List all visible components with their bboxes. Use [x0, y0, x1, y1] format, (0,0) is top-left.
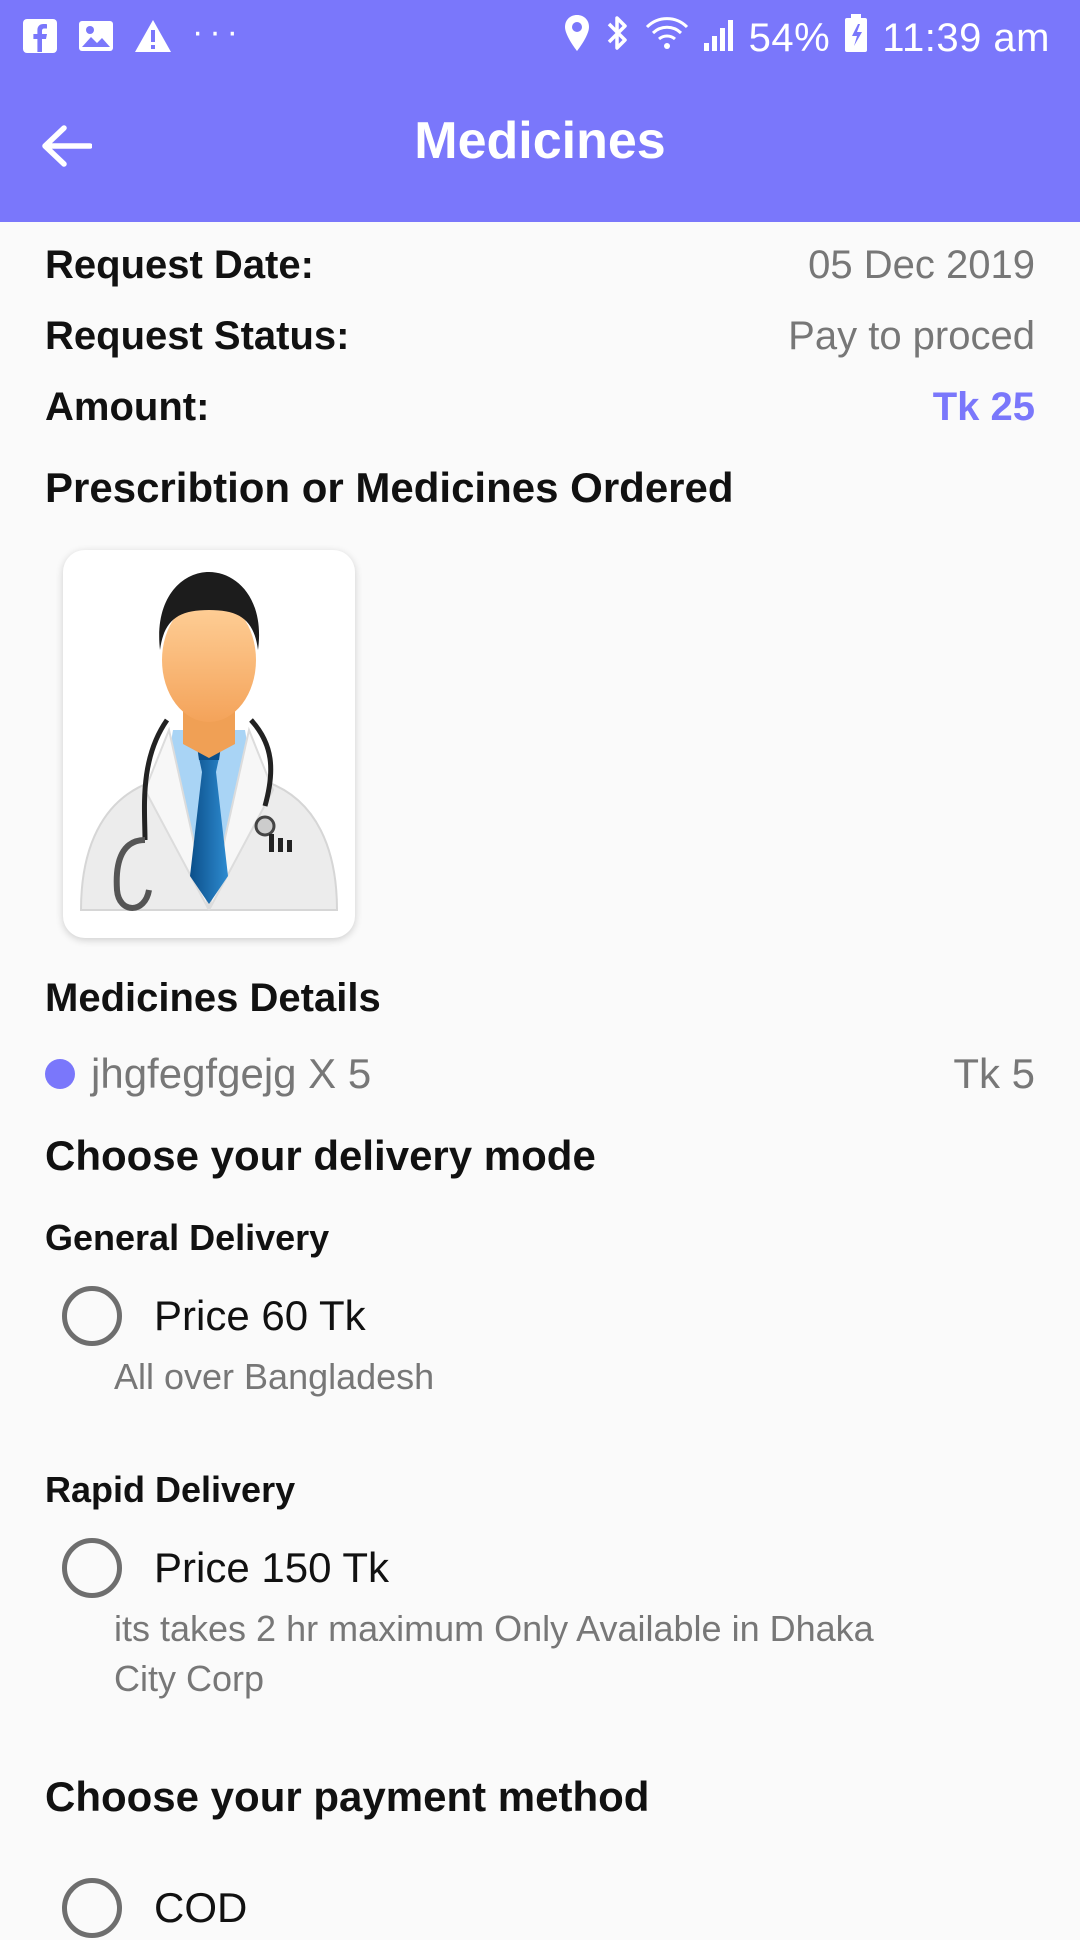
app-bar: ··· 54% 11:39 am Medicines — [0, 0, 1080, 222]
request-date-value: 05 Dec 2019 — [808, 242, 1035, 287]
battery-percent: 54% — [748, 15, 831, 60]
bluetooth-icon — [605, 13, 631, 63]
battery-icon — [844, 13, 868, 63]
medicine-name: jhgfegfgejg X 5 — [91, 1050, 372, 1097]
payment-method-title: Choose your payment method — [45, 1773, 650, 1820]
page-title: Medicines — [414, 112, 666, 170]
request-status-label: Request Status: — [45, 313, 350, 358]
status-right: 54% 11:39 am — [563, 12, 1050, 64]
general-delivery-heading: General Delivery — [45, 1217, 330, 1258]
amount-value: Tk 25 — [932, 384, 1035, 429]
status-left-icons: ··· — [22, 13, 244, 59]
request-date-label: Request Date: — [45, 242, 314, 287]
request-status-row: Request Status: Pay to proced — [45, 306, 1035, 366]
rapid-delivery-heading: Rapid Delivery — [45, 1469, 296, 1510]
payment-option-label: COD — [154, 1884, 248, 1931]
wifi-icon — [645, 15, 689, 61]
request-date-row: Request Date: 05 Dec 2019 — [45, 235, 1035, 295]
rapid-delivery-price: Price 150 Tk — [154, 1544, 389, 1591]
bullet-dot-icon — [45, 1059, 75, 1089]
medicines-details-title: Medicines Details — [45, 976, 381, 1020]
amount-row: Amount: Tk 25 — [45, 377, 1035, 437]
signal-icon — [703, 16, 735, 61]
delivery-mode-title: Choose your delivery mode — [45, 1132, 596, 1179]
location-icon — [563, 14, 591, 62]
medicine-left: jhgfegfgejg X 5 — [45, 1050, 371, 1098]
warning-icon — [134, 18, 172, 59]
general-delivery-price: Price 60 Tk — [154, 1292, 366, 1339]
radio-button[interactable] — [62, 1538, 122, 1598]
status-bar: ··· 54% 11:39 am — [0, 0, 1080, 76]
amount-label: Amount: — [45, 384, 210, 429]
radio-button[interactable] — [62, 1878, 122, 1938]
general-delivery-option[interactable]: Price 60 Tk — [62, 1284, 366, 1348]
clock: 11:39 am — [882, 15, 1050, 60]
doctor-avatar-icon — [63, 572, 355, 938]
rapid-delivery-option[interactable]: Price 150 Tk — [62, 1536, 389, 1600]
gallery-icon — [78, 18, 114, 59]
payment-option-cod[interactable]: COD — [62, 1876, 247, 1940]
rapid-delivery-hint: its takes 2 hr maximum Only Available in… — [114, 1608, 874, 1699]
medicine-list-item: jhgfegfgejg X 5 Tk 5 — [45, 1044, 1035, 1104]
request-status-value: Pay to proced — [788, 313, 1035, 358]
toolbar: Medicines — [0, 76, 1080, 222]
general-delivery-hint: All over Bangladesh — [114, 1356, 435, 1397]
prescription-title: Prescribtion or Medicines Ordered — [45, 464, 734, 511]
prescription-image-card[interactable] — [63, 550, 355, 938]
status-overflow: ··· — [192, 12, 244, 51]
radio-button[interactable] — [62, 1286, 122, 1346]
medicine-price: Tk 5 — [953, 1050, 1035, 1097]
facebook-icon — [22, 18, 58, 59]
